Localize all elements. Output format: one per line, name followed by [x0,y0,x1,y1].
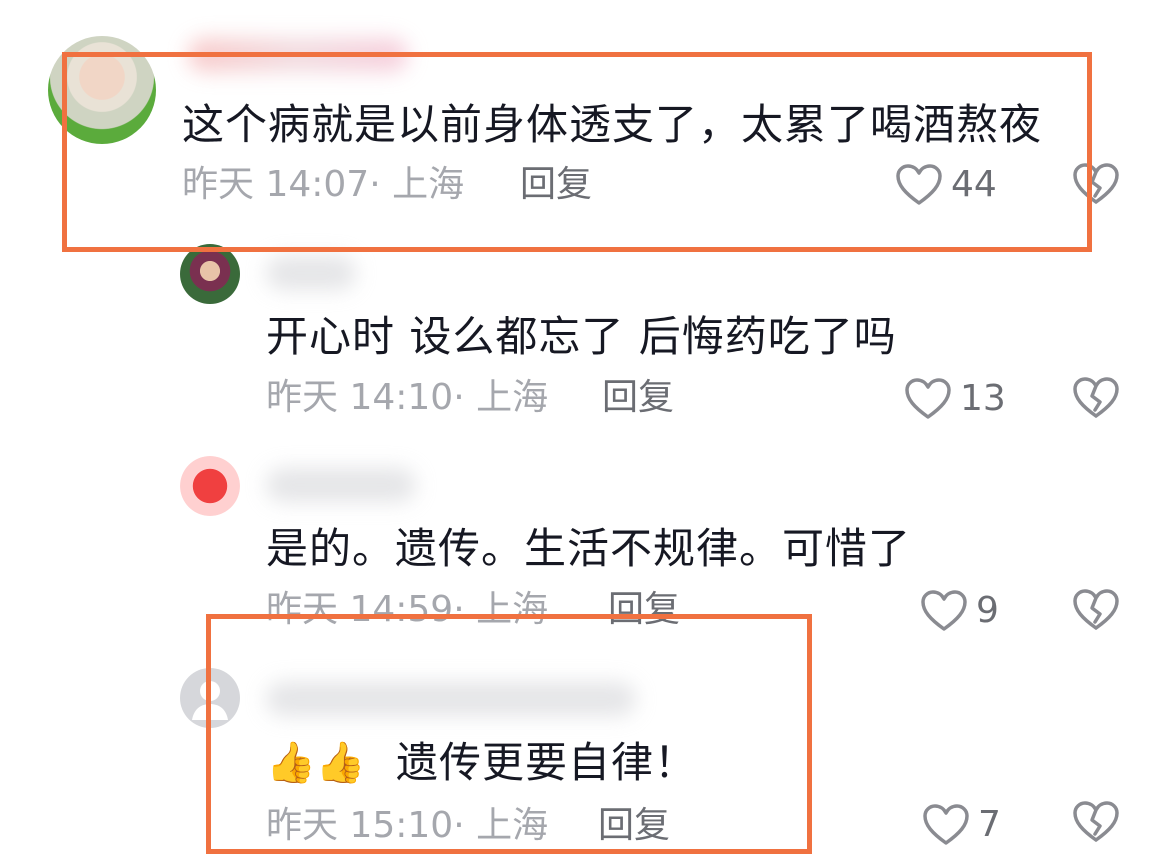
comment-text: 开心时 设么都忘了 后悔药吃了吗 [266,312,897,361]
highlight-box [206,614,812,854]
username-blurred[interactable] [266,256,356,290]
heart-outline-icon [921,590,967,631]
dislike-button[interactable] [1072,588,1120,636]
avatar[interactable] [180,456,240,516]
like-count: 9 [976,590,999,631]
highlight-box [62,52,1092,252]
comment-text: 是的。遗传。生活不规律。可惜了 [266,524,912,573]
broken-heart-icon [1073,801,1119,842]
like-button[interactable]: 9 [920,586,999,636]
comment-time-location: 昨天 14:10· 上海 [266,377,549,418]
like-count: 13 [960,378,1006,419]
broken-heart-icon [1073,589,1119,630]
heart-outline-icon [923,804,969,845]
reply-button[interactable]: 回复 [602,376,674,420]
like-count: 7 [978,804,1001,845]
username-blurred[interactable] [266,468,416,502]
like-button[interactable]: 13 [904,374,1006,424]
dislike-button[interactable] [1072,800,1120,848]
dislike-button[interactable] [1072,376,1120,424]
heart-outline-icon [905,378,951,419]
avatar[interactable] [180,244,240,304]
broken-heart-icon [1073,377,1119,418]
like-button[interactable]: 7 [922,800,1001,850]
